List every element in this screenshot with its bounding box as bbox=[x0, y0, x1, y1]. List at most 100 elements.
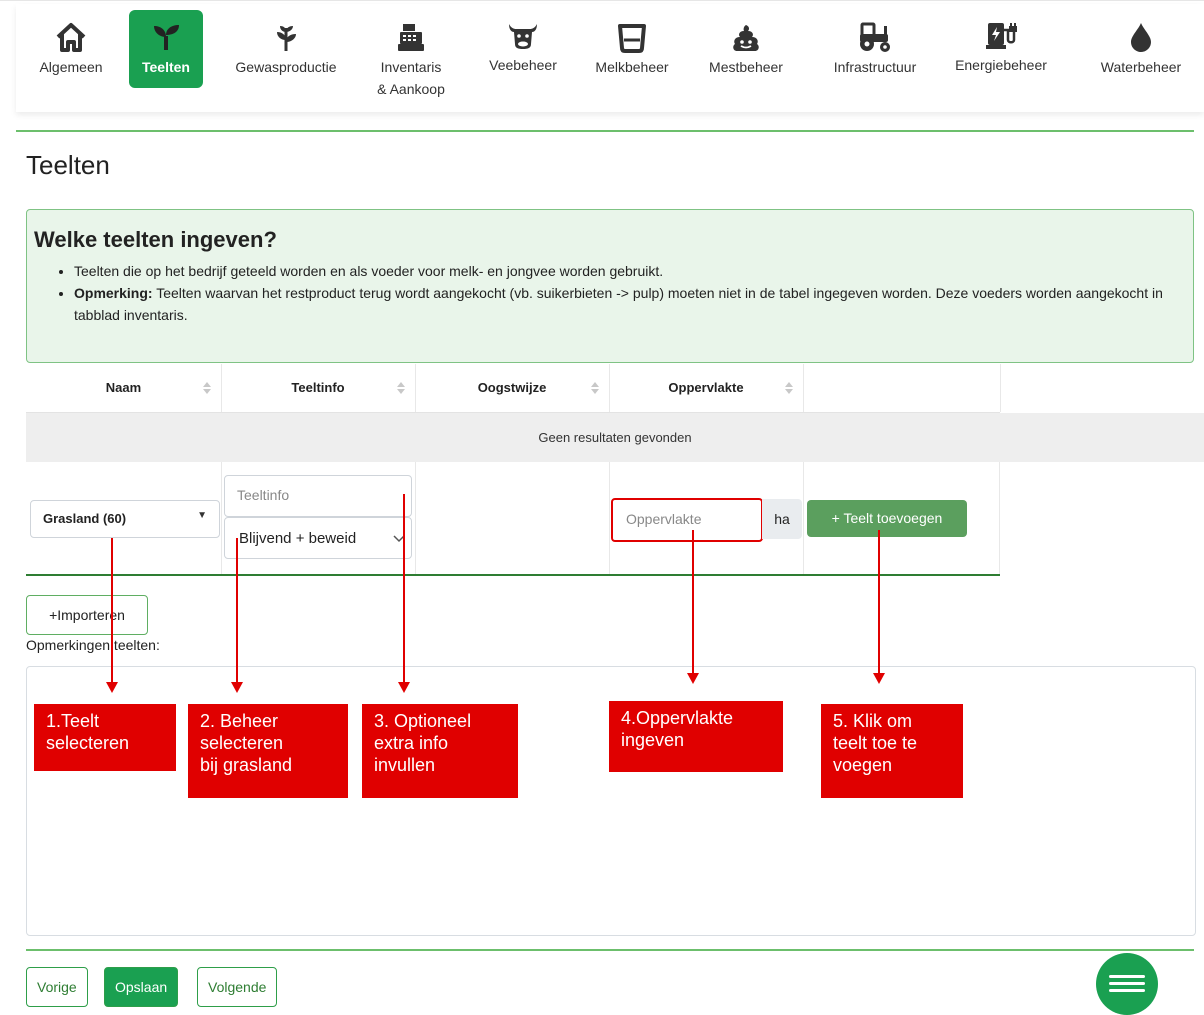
info-bullet-text: Teelten waarvan het restproduct terug wo… bbox=[74, 285, 1163, 323]
info-bullet-bold: Opmerking: bbox=[74, 285, 153, 301]
nav-item-mestbeheer[interactable]: Mestbeheer bbox=[696, 10, 796, 78]
save-button[interactable]: Opslaan bbox=[104, 967, 179, 1007]
callout-step-4: 4.Oppervlakte ingeven bbox=[609, 701, 783, 772]
column-header-naam[interactable]: Naam bbox=[26, 364, 222, 412]
cell-divider bbox=[999, 462, 1000, 574]
seedling-icon bbox=[154, 25, 179, 50]
no-results-row: Geen resultaten gevonden bbox=[26, 413, 1204, 462]
callout-line: ingeven bbox=[621, 730, 685, 750]
page-title: Teelten bbox=[26, 150, 110, 180]
callout-step-2: 2. Beheer selecteren bij grasland bbox=[188, 704, 348, 798]
nav-item-veebeheer[interactable]: Veebeheer bbox=[478, 10, 568, 76]
charging-station-icon bbox=[986, 23, 1017, 49]
info-bullet: Teelten die op het bedrijf geteeld worde… bbox=[74, 260, 1194, 282]
nav-label: Mestbeheer bbox=[709, 59, 783, 75]
header-label: Oppervlakte bbox=[668, 380, 744, 395]
callout-line: 1.Teelt bbox=[46, 711, 100, 731]
management-select[interactable]: Blijvend + beweid bbox=[224, 517, 412, 559]
info-bullet: Opmerking: Teelten waarvan het restprodu… bbox=[74, 282, 1194, 326]
arrow-head-icon bbox=[398, 682, 410, 693]
nav-item-gewasproductie[interactable]: Gewasproductie bbox=[221, 10, 351, 78]
teeltinfo-placeholder: Teeltinfo bbox=[237, 487, 290, 503]
nav-item-teelten[interactable]: Teelten bbox=[129, 10, 203, 88]
callout-line: selecteren bbox=[46, 733, 130, 753]
arrow-head-icon bbox=[873, 673, 885, 684]
callout-line: bij grasland bbox=[200, 755, 293, 775]
callout-step-1: 1.Teelt selecteren bbox=[34, 704, 176, 771]
column-header-oogstwijze[interactable]: Oogstwijze bbox=[415, 364, 610, 412]
nav-label: Algemeen bbox=[39, 59, 103, 75]
info-list: Teelten die op het bedrijf geteeld worde… bbox=[58, 260, 1194, 326]
sort-icon bbox=[397, 382, 405, 394]
crop-select[interactable]: Grasland (60) ▼ bbox=[30, 500, 220, 538]
callout-line: extra info bbox=[374, 733, 449, 753]
chevron-down-icon: ▼ bbox=[197, 510, 207, 521]
arrow-head-icon bbox=[231, 682, 243, 693]
management-select-value: Blijvend + beweid bbox=[239, 530, 357, 547]
water-drop-icon bbox=[1131, 23, 1151, 52]
column-header-oppervlakte[interactable]: Oppervlakte bbox=[609, 364, 804, 412]
callout-line: teelt toe te bbox=[833, 733, 918, 753]
arrow-head-icon bbox=[687, 673, 699, 684]
annotation-arrow bbox=[403, 494, 405, 682]
nav-item-energiebeheer[interactable]: Energiebeheer bbox=[946, 10, 1056, 76]
remarks-label: Opmerkingen teelten: bbox=[26, 637, 160, 653]
callout-line: 4.Oppervlakte bbox=[621, 708, 734, 728]
divider bbox=[26, 949, 1194, 951]
plant-icon bbox=[277, 26, 296, 51]
header-label: Oogstwijze bbox=[477, 380, 547, 395]
nav-label: Gewasproductie bbox=[235, 59, 337, 75]
sort-icon bbox=[591, 382, 599, 394]
module-nav: Algemeen Teelten Gewasproductie Inventar… bbox=[16, 4, 1204, 112]
nav-item-melkbeheer[interactable]: Melkbeheer bbox=[582, 10, 682, 78]
nav-label: Inventaris bbox=[380, 59, 442, 75]
column-header-teeltinfo[interactable]: Teeltinfo bbox=[221, 364, 416, 412]
arrow-head-icon bbox=[106, 682, 118, 693]
home-icon bbox=[56, 23, 86, 52]
manure-icon bbox=[733, 25, 759, 51]
nav-label: Melkbeheer bbox=[595, 59, 669, 75]
nav-item-infrastructuur[interactable]: Infrastructuur bbox=[820, 10, 930, 78]
callout-line: voegen bbox=[833, 755, 893, 775]
cow-icon bbox=[509, 24, 537, 49]
sort-icon bbox=[785, 382, 793, 394]
cash-register-icon bbox=[398, 24, 424, 51]
teeltinfo-input[interactable]: Teeltinfo bbox=[224, 475, 412, 517]
next-button[interactable]: Volgende bbox=[197, 967, 278, 1007]
table-header: Naam Teeltinfo Oogstwijze Oppervlakte bbox=[26, 364, 1001, 413]
annotation-arrow bbox=[692, 530, 694, 674]
tractor-icon bbox=[860, 22, 890, 52]
header-label: Naam bbox=[105, 380, 142, 395]
nav-label: Veebeheer bbox=[489, 57, 557, 73]
add-crop-button[interactable]: + Teelt toevoegen bbox=[807, 500, 967, 537]
info-box: Welke teelten ingeven? Teelten die op he… bbox=[26, 209, 1194, 363]
annotation-arrow bbox=[236, 538, 238, 682]
callout-step-3: 3. Optioneel extra info invullen bbox=[362, 704, 518, 798]
nav-label: Infrastructuur bbox=[833, 59, 917, 75]
area-unit-addon: ha bbox=[762, 499, 802, 539]
nav-item-algemeen[interactable]: Algemeen bbox=[30, 10, 112, 78]
callout-line: selecteren bbox=[200, 733, 284, 753]
annotation-arrow bbox=[111, 538, 113, 682]
callout-step-5: 5. Klik om teelt toe te voegen bbox=[821, 704, 963, 798]
divider bbox=[16, 130, 1194, 132]
header-label: Teeltinfo bbox=[291, 380, 345, 395]
nav-item-waterbeheer[interactable]: Waterbeheer bbox=[1082, 10, 1200, 78]
nav-item-inventaris[interactable]: Inventaris & Aankoop bbox=[361, 10, 461, 100]
info-heading: Welke teelten ingeven? bbox=[34, 227, 277, 252]
callout-line: 2. Beheer bbox=[200, 711, 279, 731]
area-input[interactable]: Oppervlakte bbox=[611, 498, 763, 542]
import-button[interactable]: +Importeren bbox=[26, 595, 148, 635]
cell-divider bbox=[609, 462, 610, 574]
menu-fab-button[interactable] bbox=[1096, 953, 1158, 1015]
nav-label: Waterbeheer bbox=[1100, 59, 1182, 75]
callout-line: invullen bbox=[374, 755, 436, 775]
cell-divider bbox=[803, 462, 804, 574]
nav-label: Teelten bbox=[142, 59, 190, 75]
previous-button[interactable]: Vorige bbox=[26, 967, 88, 1007]
callout-line: 5. Klik om bbox=[833, 711, 913, 731]
top-border bbox=[0, 0, 1204, 1]
bucket-icon bbox=[618, 24, 646, 53]
column-header-actions bbox=[803, 364, 1001, 412]
sort-icon bbox=[203, 382, 211, 394]
